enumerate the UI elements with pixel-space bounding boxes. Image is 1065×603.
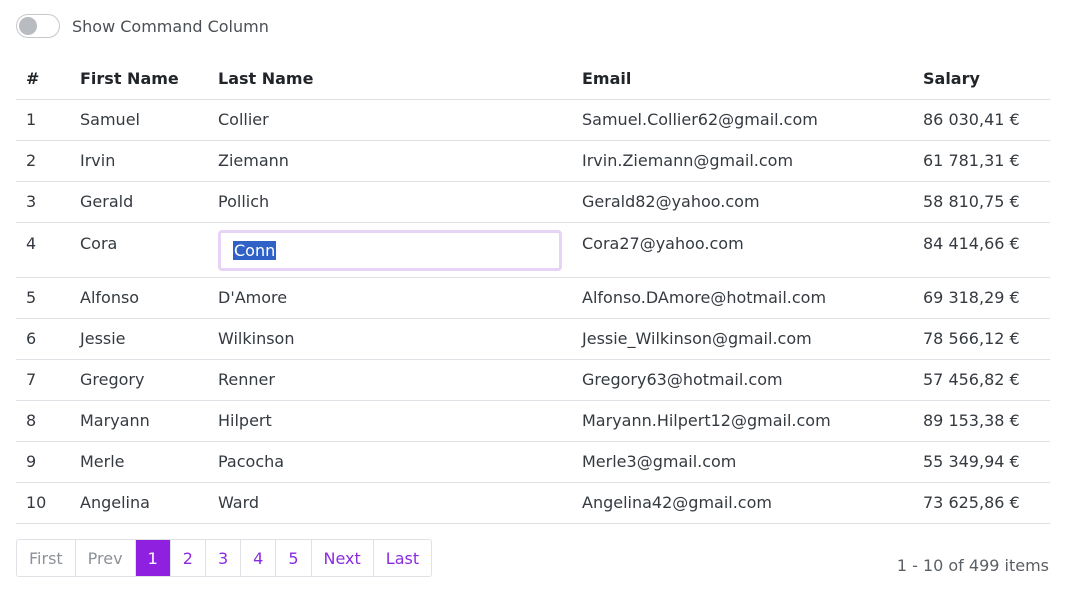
grid-page: Show Command Column # First Name Last Na… [0,0,1065,603]
cell-first-name[interactable]: Maryann [70,400,208,442]
table-row[interactable]: 8 Maryann Hilpert Maryann.Hilpert12@gmai… [16,400,1050,442]
cell-index[interactable]: 7 [16,359,70,401]
cell-index[interactable]: 2 [16,140,70,182]
cell-index[interactable]: 4 [16,222,70,278]
header-row: # First Name Last Name Email Salary [16,58,1050,100]
pager-page-4[interactable]: 4 [241,540,277,576]
command-column-switch[interactable] [16,14,60,38]
cell-email[interactable]: Gerald82@yahoo.com [572,181,913,223]
cell-salary[interactable]: 61 781,31 € [913,140,1050,182]
cell-salary[interactable]: 58 810,75 € [913,181,1050,223]
cell-last-name[interactable]: Collier [208,99,572,141]
cell-index[interactable]: 9 [16,441,70,483]
table-row[interactable]: 7 Gregory Renner Gregory63@hotmail.com 5… [16,359,1050,401]
cell-last-name[interactable]: Ward [208,482,572,524]
cell-email[interactable]: Merle3@gmail.com [572,441,913,483]
cell-first-name[interactable]: Cora [70,222,208,278]
cell-index[interactable]: 6 [16,318,70,360]
header-first-name[interactable]: First Name [70,58,208,100]
cell-salary[interactable]: 57 456,82 € [913,359,1050,401]
cell-first-name[interactable]: Alfonso [70,277,208,319]
cell-email[interactable]: Alfonso.DAmore@hotmail.com [572,277,913,319]
table-row-editing[interactable]: 4 Cora Conn Cora27@yahoo.com 84 414,66 € [16,222,1050,278]
cell-salary[interactable]: 84 414,66 € [913,222,1050,278]
header-index[interactable]: # [16,58,70,100]
cell-last-name-editor[interactable]: Conn [208,222,572,278]
cell-email[interactable]: Irvin.Ziemann@gmail.com [572,140,913,182]
cell-email[interactable]: Jessie_Wilkinson@gmail.com [572,318,913,360]
cell-first-name[interactable]: Irvin [70,140,208,182]
command-column-label[interactable]: Show Command Column [72,17,269,36]
selected-text: Conn [233,240,277,260]
header-salary[interactable]: Salary [913,58,1050,100]
pager-next-button[interactable]: Next [312,540,374,576]
pager-items-info: 1 - 10 of 499 items [896,556,1049,575]
cell-last-name[interactable]: Ziemann [208,140,572,182]
cell-first-name[interactable]: Angelina [70,482,208,524]
cell-salary[interactable]: 73 625,86 € [913,482,1050,524]
last-name-edit-input[interactable]: Conn [218,229,562,271]
header-last-name[interactable]: Last Name [208,58,572,100]
header-email[interactable]: Email [572,58,913,100]
table-row[interactable]: 6 Jessie Wilkinson Jessie_Wilkinson@gmai… [16,318,1050,360]
cell-salary[interactable]: 55 349,94 € [913,441,1050,483]
cell-first-name[interactable]: Gregory [70,359,208,401]
cell-salary[interactable]: 89 153,38 € [913,400,1050,442]
pager-last-button[interactable]: Last [374,540,431,576]
cell-first-name[interactable]: Gerald [70,181,208,223]
cell-last-name[interactable]: Pacocha [208,441,572,483]
table-row[interactable]: 3 Gerald Pollich Gerald82@yahoo.com 58 8… [16,181,1050,223]
cell-email[interactable]: Gregory63@hotmail.com [572,359,913,401]
cell-index[interactable]: 3 [16,181,70,223]
cell-first-name[interactable]: Samuel [70,99,208,141]
cell-first-name[interactable]: Merle [70,441,208,483]
cell-salary[interactable]: 69 318,29 € [913,277,1050,319]
table-row[interactable]: 5 Alfonso D'Amore Alfonso.DAmore@hotmail… [16,277,1050,319]
cell-email[interactable]: Cora27@yahoo.com [572,222,913,278]
cell-email[interactable]: Samuel.Collier62@gmail.com [572,99,913,141]
cell-last-name[interactable]: D'Amore [208,277,572,319]
cell-index[interactable]: 8 [16,400,70,442]
table-row[interactable]: 2 Irvin Ziemann Irvin.Ziemann@gmail.com … [16,140,1050,182]
cell-email[interactable]: Maryann.Hilpert12@gmail.com [572,400,913,442]
cell-last-name[interactable]: Renner [208,359,572,401]
pager-page-1[interactable]: 1 [135,540,171,576]
pager-prev-button[interactable]: Prev [76,540,136,576]
table-row[interactable]: 1 Samuel Collier Samuel.Collier62@gmail.… [16,99,1050,141]
pager-page-5[interactable]: 5 [276,540,312,576]
data-grid: # First Name Last Name Email Salary 1 Sa… [16,58,1050,524]
pager-page-2[interactable]: 2 [171,540,206,576]
pager-page-3[interactable]: 3 [206,540,242,576]
pager-first-button[interactable]: First [17,540,76,576]
cell-index[interactable]: 10 [16,482,70,524]
cell-salary[interactable]: 86 030,41 € [913,99,1050,141]
table-row[interactable]: 10 Angelina Ward Angelina42@gmail.com 73… [16,482,1050,524]
cell-email[interactable]: Angelina42@gmail.com [572,482,913,524]
cell-last-name[interactable]: Hilpert [208,400,572,442]
pager: First Prev 1 2 3 4 5 Next Last [16,539,433,577]
table-row[interactable]: 9 Merle Pacocha Merle3@gmail.com 55 349,… [16,441,1050,483]
command-column-toggle-row: Show Command Column [16,14,269,38]
cell-first-name[interactable]: Jessie [70,318,208,360]
cell-last-name[interactable]: Wilkinson [208,318,572,360]
cell-salary[interactable]: 78 566,12 € [913,318,1050,360]
switch-knob [19,17,37,35]
cell-index[interactable]: 1 [16,99,70,141]
cell-last-name[interactable]: Pollich [208,181,572,223]
cell-index[interactable]: 5 [16,277,70,319]
